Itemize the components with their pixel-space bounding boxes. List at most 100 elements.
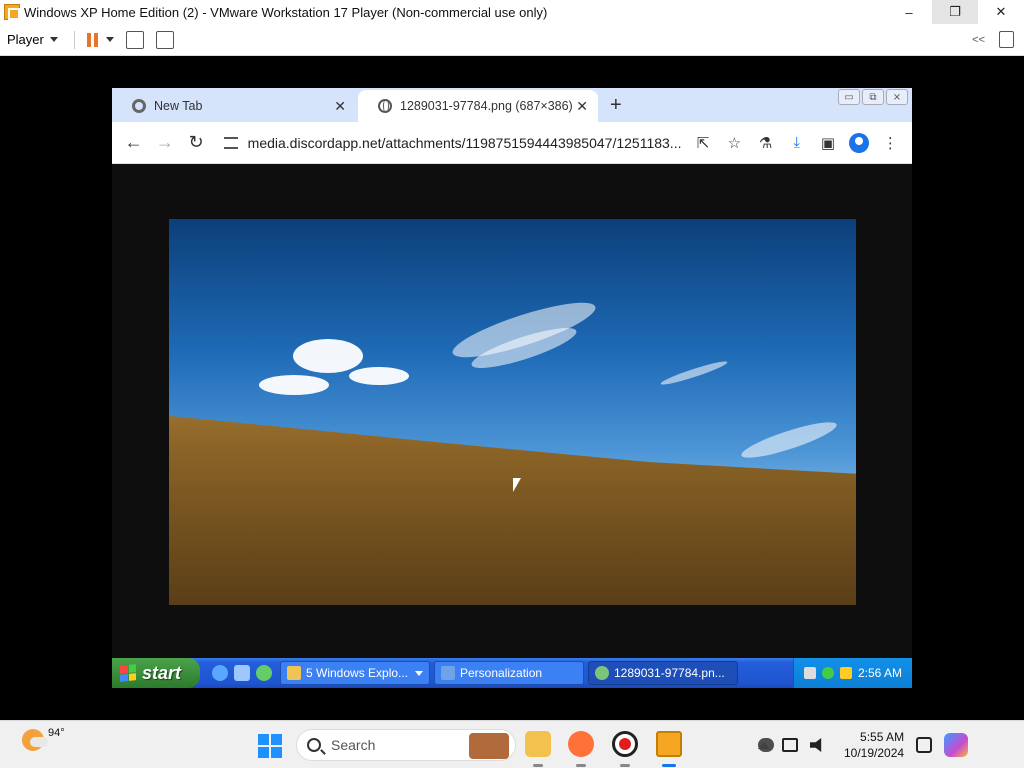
search-icon <box>307 738 321 752</box>
xp-window-controls: ▭ ⧉ ⨯ <box>838 89 908 105</box>
side-panel-icon[interactable]: ▣ <box>812 127 843 159</box>
vmware-toolbar: Player << <box>0 24 1024 56</box>
url-text: media.discordapp.net/attachments/1198751… <box>247 134 682 151</box>
photo-cloud <box>259 375 329 395</box>
maximize-button[interactable]: ❐ <box>932 0 978 24</box>
reload-button[interactable]: ↻ <box>180 127 211 159</box>
host-system-tray: 5:55 AM 10/19/2024 <box>758 721 969 768</box>
volume-icon[interactable] <box>803 667 816 679</box>
search-highlight-icon <box>469 733 509 759</box>
chrome-icon <box>595 666 609 680</box>
close-button[interactable]: ✕ <box>978 0 1024 24</box>
host-search-box[interactable]: Search <box>296 729 516 761</box>
host-taskbar: 94° Search 5:55 AM 10/19/2024 <box>0 720 1024 768</box>
personalization-icon <box>441 666 455 680</box>
profile-avatar[interactable] <box>844 127 875 159</box>
taskbar-item-personalization[interactable]: Personalization <box>434 661 584 685</box>
minimize-button[interactable]: ▭ <box>838 89 860 105</box>
labs-flask-icon[interactable]: ⚗ <box>750 127 781 159</box>
avatar-icon <box>849 132 870 153</box>
close-tab-icon[interactable]: ✕ <box>334 98 346 115</box>
taskbar-item-chrome-image[interactable]: 1289031-97784.pn... <box>588 661 738 685</box>
pause-options-chevron-icon[interactable] <box>105 37 114 42</box>
host-date: 10/19/2024 <box>844 746 905 760</box>
mouse-cursor-icon <box>513 478 521 492</box>
weather-partly-cloudy-icon <box>22 729 48 751</box>
windows-start-icon[interactable] <box>258 734 282 758</box>
close-button[interactable]: ⨯ <box>886 89 908 105</box>
menu-kebab-icon[interactable]: ⋮ <box>875 127 906 159</box>
toolbar-right: << <box>972 31 1024 48</box>
cloud-sync-icon[interactable] <box>758 738 774 752</box>
tab-image[interactable]: 1289031-97784.png (687×386) ✕ <box>358 90 598 122</box>
guest-display[interactable]: New Tab ✕ 1289031-97784.png (687×386) ✕ … <box>112 88 912 688</box>
show-desktop-icon[interactable] <box>234 665 250 681</box>
network-icon[interactable] <box>782 738 798 752</box>
copilot-icon[interactable] <box>944 733 969 757</box>
collapse-toolbar-button[interactable]: << <box>972 34 985 46</box>
running-indicator <box>576 764 586 767</box>
send-ctrl-alt-del-icon[interactable] <box>125 30 144 49</box>
running-indicator <box>662 764 676 767</box>
message-log-icon[interactable] <box>999 31 1014 48</box>
running-indicator <box>533 764 543 767</box>
file-explorer-icon[interactable] <box>525 731 551 757</box>
chrome-logo-icon <box>132 99 146 113</box>
host-time: 5:55 AM <box>860 730 905 744</box>
toolbar-divider <box>73 30 75 49</box>
wheat-field-photo[interactable] <box>169 219 856 605</box>
taskbar-item-label: Personalization <box>460 666 543 680</box>
chevron-down-icon <box>49 37 58 42</box>
search-placeholder: Search <box>331 737 376 753</box>
globe-icon <box>378 99 392 113</box>
taskbar-item-label: 1289031-97784.pn... <box>614 666 725 680</box>
weather-widget[interactable]: 94° <box>22 727 65 751</box>
share-icon[interactable]: ⇱ <box>687 127 718 159</box>
taskbar-item-windows-explorer[interactable]: 5 Windows Explo... <box>280 661 430 685</box>
chrome-icon[interactable] <box>256 665 272 681</box>
notification-icon[interactable] <box>916 737 933 753</box>
close-tab-icon[interactable]: ✕ <box>576 98 588 115</box>
forward-button[interactable]: → <box>149 127 180 159</box>
player-menu-label: Player <box>7 32 44 47</box>
photo-cloud <box>293 339 363 373</box>
start-button[interactable]: start <box>112 658 200 688</box>
address-bar[interactable]: media.discordapp.net/attachments/1198751… <box>217 127 682 158</box>
xp-taskbar: start 5 Windows Explo... Personalization… <box>112 658 912 688</box>
vmware-titlebar: Windows XP Home Edition (2) - VMware Wor… <box>0 0 1024 24</box>
site-info-icon[interactable] <box>223 136 238 149</box>
taskbar-item-label: 5 Windows Explo... <box>306 666 409 680</box>
warning-icon[interactable] <box>839 667 852 679</box>
internet-explorer-icon[interactable] <box>212 665 228 681</box>
fullscreen-icon[interactable] <box>155 30 174 49</box>
vmware-taskbar-icon[interactable] <box>656 731 682 757</box>
new-tab-button[interactable]: + <box>610 94 622 117</box>
photo-cloud <box>349 367 409 385</box>
player-menu[interactable]: Player <box>0 32 66 47</box>
folder-icon <box>287 666 301 680</box>
security-shield-icon[interactable] <box>821 667 834 679</box>
pause-icon[interactable] <box>86 32 98 47</box>
volume-icon[interactable] <box>810 738 822 752</box>
system-tray: 2:56 AM <box>792 658 912 688</box>
vmware-window-title: Windows XP Home Edition (2) - VMware Wor… <box>24 4 548 20</box>
image-viewer <box>112 164 912 658</box>
minimize-button[interactable]: – <box>886 0 932 24</box>
chrome-tab-strip: New Tab ✕ 1289031-97784.png (687×386) ✕ … <box>112 88 912 122</box>
chrome-toolbar: ← → ↻ media.discordapp.net/attachments/1… <box>112 122 912 164</box>
back-button[interactable]: ← <box>118 127 149 159</box>
screen-recorder-icon[interactable] <box>612 731 638 757</box>
chevron-down-icon <box>415 670 423 676</box>
start-label: start <box>142 662 182 683</box>
tab-new-tab[interactable]: New Tab ✕ <box>112 90 356 122</box>
vmware-logo-icon <box>4 4 20 20</box>
firefox-icon[interactable] <box>568 731 594 757</box>
download-icon[interactable]: ⤓ <box>781 127 812 159</box>
running-indicator <box>620 764 630 767</box>
tray-clock: 2:56 AM <box>857 666 902 680</box>
bookmark-star-icon[interactable]: ☆ <box>719 127 750 159</box>
host-clock[interactable]: 5:55 AM 10/19/2024 <box>844 729 904 761</box>
weather-temperature: 94° <box>48 727 65 739</box>
restore-button[interactable]: ⧉ <box>862 89 884 105</box>
tab-label: 1289031-97784.png (687×386) <box>400 99 573 113</box>
